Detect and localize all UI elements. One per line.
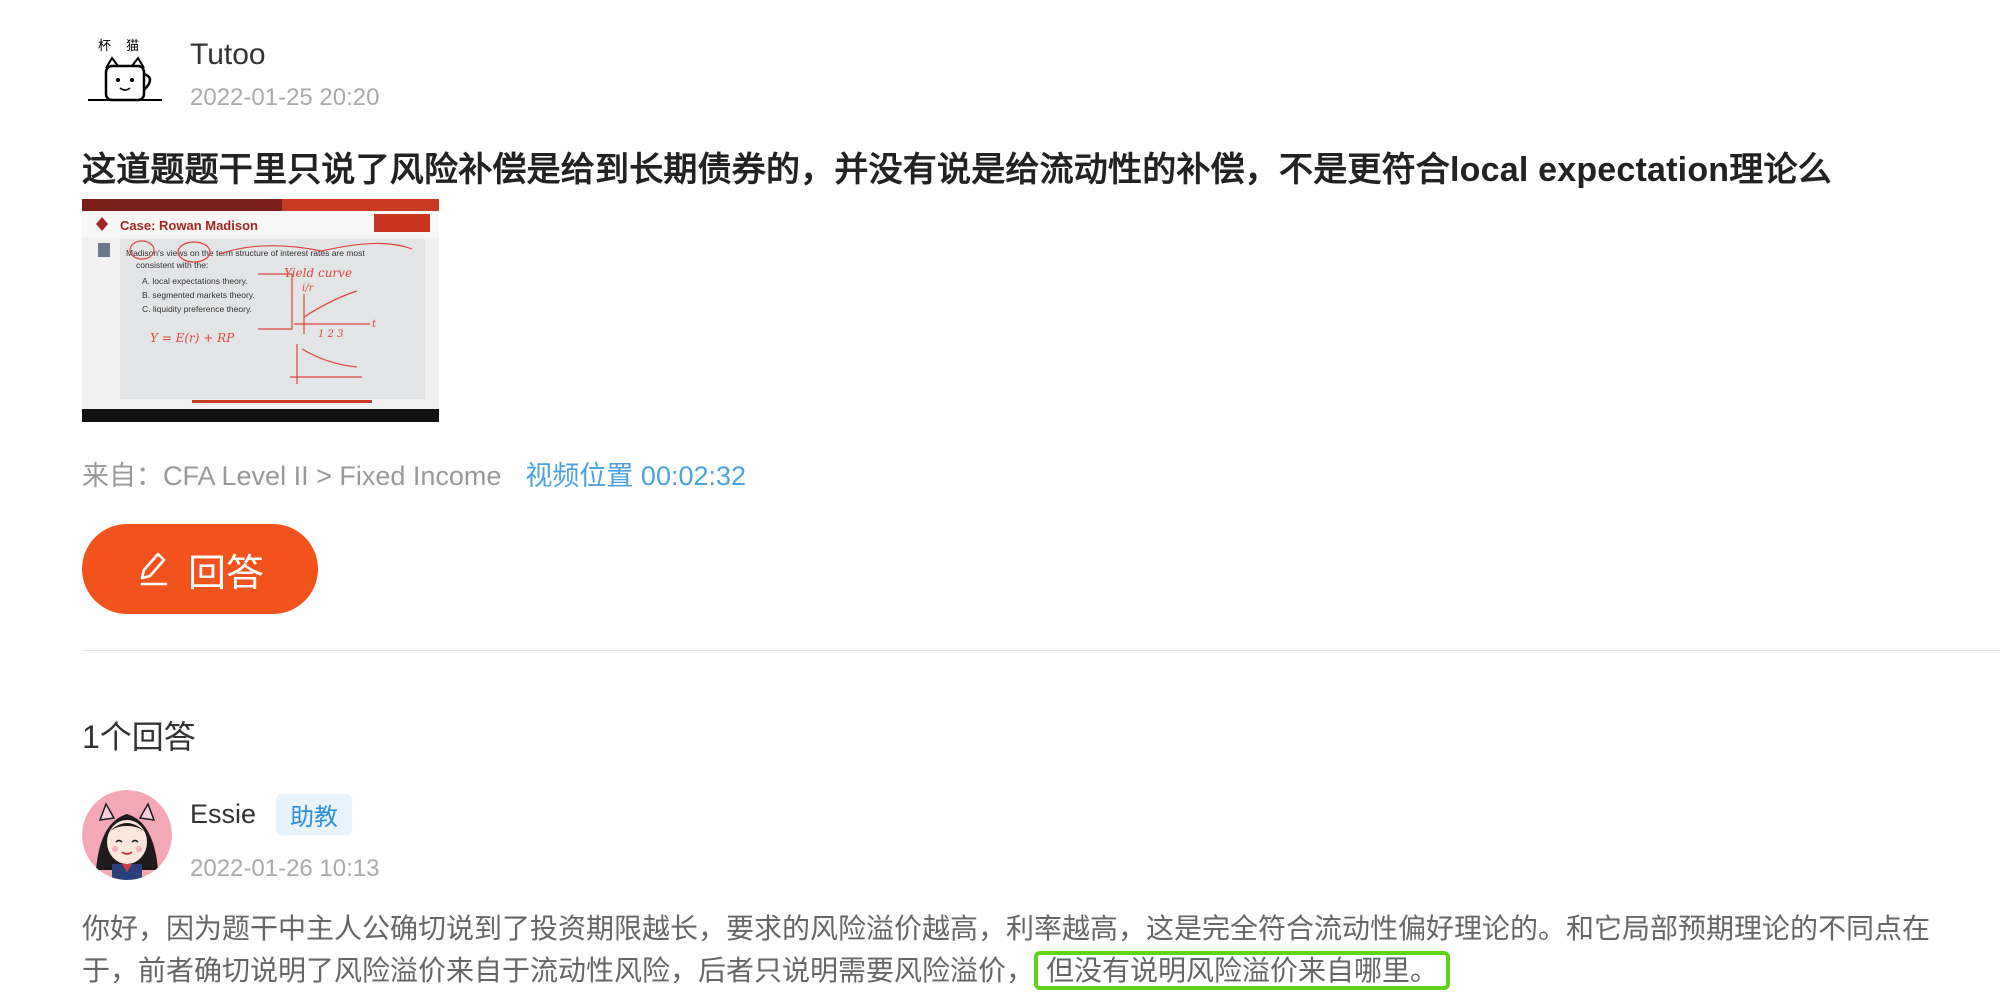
question-author: 杯 猫 Tutoo 2022-01-25 20:20 — [82, 30, 380, 116]
answer-count: 1个回答 — [82, 719, 196, 755]
thumbnail-line-5: C. liquidity preference theory. — [142, 304, 252, 314]
answerer-avatar[interactable] — [82, 790, 172, 880]
thumbnail-axis-ticks: 1 2 3 — [318, 329, 343, 340]
answer-text: 你好，因为题干中主人公确切说到了投资期限越长，要求的风险溢价越高，利率越高，这是… — [82, 908, 1962, 992]
answer-time: 2022-01-26 10:13 — [190, 855, 380, 882]
thumbnail-handwriting-formula: Y = E(r) + RP — [150, 331, 235, 345]
qa-page: 杯 猫 Tutoo 2022-01-25 20:20 这道题题干里只说了风险补偿… — [0, 0, 2000, 993]
teaching-assistant-badge: 助教 — [276, 794, 353, 835]
answer-text-main: 你好，因为题干中主人公确切说到了投资期限越长，要求的风险溢价越高，利率越高，这是… — [82, 913, 1931, 986]
answer-text-highlight: 但没有说明风险溢价来自哪里。 — [1034, 951, 1451, 990]
question-screenshot-thumbnail[interactable]: Case: Rowan Madison Madison's views on t… — [82, 199, 439, 422]
svg-text:杯: 杯 — [98, 39, 111, 54]
thumbnail-image: Case: Rowan Madison Madison's views on t… — [82, 199, 439, 422]
answer-author: Essie 助教 2022-01-26 10:13 — [82, 790, 380, 883]
author-name[interactable]: Tutoo — [190, 38, 380, 72]
answerer-name-row: Essie 助教 — [190, 794, 380, 835]
thumbnail-handwriting: Yield curve — [284, 266, 352, 280]
answer-button-label: 回答 — [187, 552, 264, 595]
thumbnail-line-4: B. segmented markets theory. — [142, 290, 255, 300]
thumbnail-axis-y: i/r — [302, 283, 315, 294]
thumbnail-line-3: A. local expectations theory. — [142, 276, 248, 286]
video-position-link[interactable]: 视频位置 00:02:32 — [525, 461, 746, 491]
answerer-name[interactable]: Essie — [190, 799, 256, 830]
post-time: 2022-01-25 20:20 — [190, 84, 380, 111]
answer-button[interactable]: 回答 — [82, 524, 318, 614]
question-source: 来自：CFA Level II > Fixed Income 视频位置 00:02… — [82, 454, 746, 493]
divider — [82, 650, 2000, 651]
source-label[interactable]: 来自：CFA Level II > Fixed Income — [82, 461, 501, 491]
author-avatar[interactable]: 杯 猫 — [82, 30, 168, 116]
svg-text:猫: 猫 — [126, 39, 139, 54]
thumbnail-header: Case: Rowan Madison — [120, 218, 258, 233]
pen-icon — [140, 552, 168, 586]
question-title: 这道题题干里只说了风险补偿是给到长期债券的，并没有说是给流动性的补偿，不是更符合… — [82, 151, 1832, 189]
